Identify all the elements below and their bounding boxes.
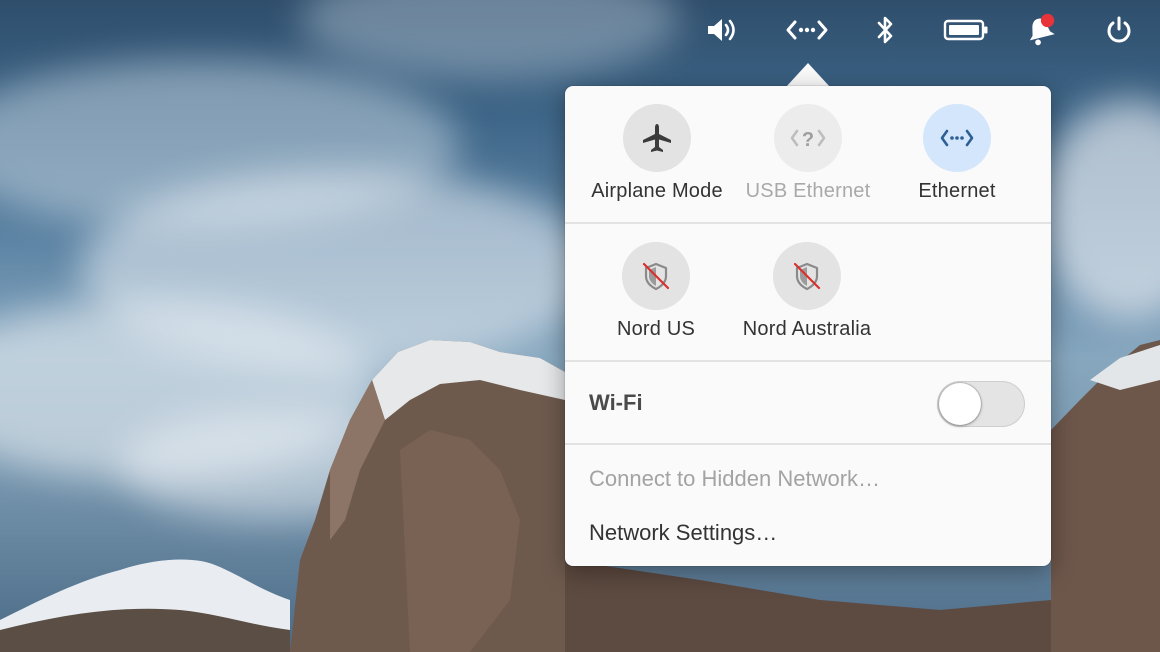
airplane-mode-toggle[interactable]: Airplane Mode bbox=[582, 104, 732, 203]
session-indicator[interactable] bbox=[1100, 12, 1138, 48]
usb-ethernet-label: USB Ethernet bbox=[745, 180, 871, 202]
vpn-nord-australia-button[interactable] bbox=[773, 242, 841, 310]
vpn-nord-australia-toggle[interactable]: Nord Australia bbox=[732, 242, 882, 341]
separator bbox=[565, 222, 1051, 224]
vpn-nord-australia-label: Nord Australia bbox=[742, 318, 872, 340]
airplane-icon bbox=[643, 124, 671, 152]
vpn-disconnected-icon bbox=[642, 262, 670, 291]
popover-arrow bbox=[786, 63, 830, 87]
separator bbox=[565, 443, 1051, 445]
ethernet-toggle[interactable]: Ethernet bbox=[882, 104, 1032, 203]
wifi-label: Wi-Fi bbox=[589, 390, 643, 415]
vpn-nord-us-label: Nord US bbox=[616, 318, 696, 340]
notification-badge bbox=[1040, 13, 1055, 28]
usb-ethernet-toggle[interactable]: ? USB Ethernet bbox=[733, 104, 883, 203]
ethernet-label: Ethernet bbox=[918, 180, 996, 202]
notifications-indicator[interactable] bbox=[1020, 12, 1058, 48]
top-panel bbox=[0, 0, 1160, 60]
connect-hidden-network-item[interactable]: Connect to Hidden Network… bbox=[589, 466, 880, 492]
wifi-switch[interactable] bbox=[937, 381, 1025, 427]
ethernet-button[interactable] bbox=[923, 104, 991, 172]
power-icon bbox=[1107, 16, 1131, 43]
network-popover: Airplane Mode ? USB Ethernet Ethernet No… bbox=[565, 86, 1051, 566]
vpn-nord-us-button[interactable] bbox=[622, 242, 690, 310]
volume-indicator[interactable] bbox=[704, 12, 742, 48]
bluetooth-icon bbox=[877, 16, 893, 44]
vpn-nord-us-toggle[interactable]: Nord US bbox=[581, 242, 731, 341]
speaker-volume-icon bbox=[708, 19, 735, 41]
wifi-switch-knob[interactable] bbox=[939, 383, 981, 425]
vpn-disconnected-icon bbox=[793, 262, 821, 291]
battery-indicator[interactable] bbox=[942, 12, 990, 48]
wired-network-icon bbox=[786, 20, 828, 40]
airplane-mode-label: Airplane Mode bbox=[591, 180, 723, 202]
usb-ethernet-button[interactable]: ? bbox=[774, 104, 842, 172]
network-settings-item[interactable]: Network Settings… bbox=[589, 520, 777, 546]
bluetooth-indicator[interactable] bbox=[866, 12, 904, 48]
network-indicator[interactable] bbox=[786, 12, 828, 48]
airplane-mode-button[interactable] bbox=[623, 104, 691, 172]
separator bbox=[565, 360, 1051, 362]
bell-icon bbox=[1029, 13, 1055, 46]
wifi-row: Wi-Fi bbox=[565, 364, 1051, 444]
ethernet-icon bbox=[940, 129, 974, 147]
ethernet-unknown-icon: ? bbox=[790, 129, 826, 151]
svg-text:?: ? bbox=[802, 129, 814, 151]
battery-full-icon bbox=[943, 19, 988, 41]
